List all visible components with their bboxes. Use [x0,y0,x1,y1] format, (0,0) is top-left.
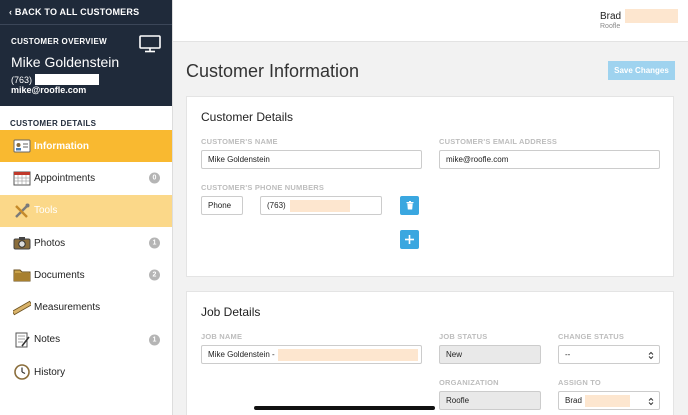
overview-label: CUSTOMER OVERVIEW [11,37,107,46]
job-status-label: JOB STATUS [439,332,488,341]
sidebar: ‹ BACK TO ALL CUSTOMERS CUSTOMER OVERVIE… [0,0,173,415]
divider [0,24,172,25]
sidebar-item-photos[interactable]: Photos 1 [0,227,172,259]
organization-label: ORGANIZATION [439,378,499,387]
sidebar-item-label: Appointments [34,172,96,184]
sidebar-item-label: History [34,366,66,378]
redacted-block [625,9,679,23]
customer-name-input[interactable]: Mike Goldenstein [201,150,422,169]
phone-type-select[interactable]: Phone [201,196,243,215]
chevron-updown-icon [648,351,654,360]
customer-name: Mike Goldenstein [11,54,120,70]
sidebar-item-label: Tools [34,205,58,217]
sidebar-item-documents[interactable]: Documents 2 [0,259,172,291]
job-name-input[interactable]: Mike Goldenstein - [201,345,422,364]
page-title: Customer Information [186,61,360,81]
notes-icon [13,332,31,348]
id-card-icon [13,138,31,154]
job-name-label: JOB NAME [201,332,243,341]
organization-field: Roofle [439,391,541,410]
sidebar-nav: Information Appointments 0 Tools Photos … [0,130,172,388]
add-phone-button[interactable] [400,230,419,249]
redacted-block [584,394,630,407]
card-title: Job Details [201,305,261,319]
sidebar-item-tools[interactable]: Tools [0,194,172,227]
count-badge: 2 [149,269,160,281]
user-menu[interactable]: Brad [600,9,679,23]
chevron-updown-icon [648,397,654,406]
sidebar-item-notes[interactable]: Notes 1 [0,324,172,356]
top-header: Brad Roofle [173,0,688,42]
camera-icon [13,235,31,251]
sidebar-item-label: Documents [34,269,85,281]
redacted-block [289,199,350,212]
customer-name-label: CUSTOMER'S NAME [201,137,278,146]
home-indicator [254,406,435,410]
redacted-block [35,74,100,85]
customer-email: mike@roofle.com [11,85,87,95]
back-to-customers-link[interactable]: ‹ BACK TO ALL CUSTOMERS [9,7,139,17]
clock-icon [13,364,31,381]
customer-email-input[interactable]: mike@roofle.com [439,150,660,169]
redacted-block [277,348,418,361]
card-title: Customer Details [201,110,294,124]
count-badge: 1 [149,237,160,249]
sidebar-item-label: Information [34,140,89,152]
tools-icon [13,203,31,219]
plus-icon [405,235,414,244]
count-badge: 1 [149,334,160,346]
job-details-card: Job Details JOB NAME Mike Goldenstein - … [186,291,674,415]
change-status-select[interactable]: -- [558,345,660,364]
folder-icon [13,267,31,283]
sidebar-item-history[interactable]: History [0,356,172,388]
assign-to-label: ASSIGN TO [558,378,601,387]
change-status-label: CHANGE STATUS [558,332,625,341]
count-badge: 0 [149,172,160,184]
sidebar-item-label: Photos [34,237,66,249]
save-changes-button[interactable]: Save Changes [608,61,675,80]
customer-overview-panel: ‹ BACK TO ALL CUSTOMERS CUSTOMER OVERVIE… [0,0,172,106]
sidebar-item-measurements[interactable]: Measurements [0,291,172,323]
customer-details-card: Customer Details CUSTOMER'S NAME Mike Go… [186,96,674,277]
monitor-icon[interactable] [139,35,161,53]
customer-phone: (763) [11,74,100,85]
phone-number-input[interactable]: (763) [260,196,382,215]
sidebar-item-label: Notes [34,334,61,346]
job-status-field: New [439,345,541,364]
delete-phone-button[interactable] [400,196,419,215]
user-company: Roofle [600,23,621,30]
customer-details-section-label: CUSTOMER DETAILS [10,119,97,128]
customer-email-label: CUSTOMER'S EMAIL ADDRESS [439,137,558,146]
assign-to-select[interactable]: Brad [558,391,660,410]
sidebar-item-label: Measurements [34,302,101,314]
sidebar-item-information[interactable]: Information [0,130,172,163]
sidebar-item-appointments[interactable]: Appointments 0 [0,162,172,194]
trash-icon [406,201,413,210]
calendar-icon [13,170,31,186]
ruler-icon [13,300,31,316]
customer-phones-label: CUSTOMER'S PHONE NUMBERS [201,183,325,192]
